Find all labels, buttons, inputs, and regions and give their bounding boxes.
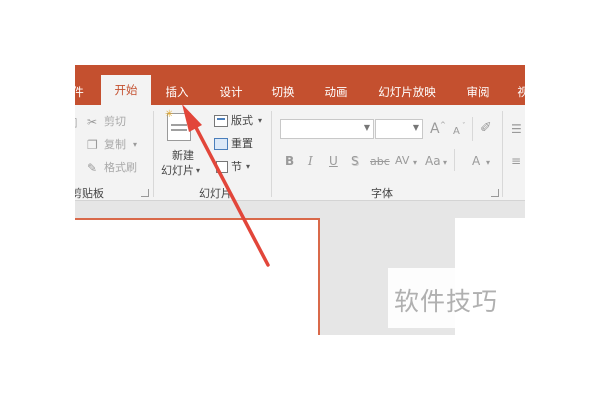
copy-icon: ❐ xyxy=(87,138,98,152)
section-icon xyxy=(216,161,228,173)
caret-up-icon: ^ xyxy=(440,121,446,129)
bold-button[interactable]: B xyxy=(285,154,294,168)
clear-formatting-icon[interactable]: ✐ xyxy=(480,121,492,135)
slide-thumbnail-panel xyxy=(75,202,340,335)
tab-transitions[interactable]: 切换 xyxy=(265,79,301,105)
underline-button[interactable]: U xyxy=(329,154,338,168)
font-size-select[interactable]: ▼ xyxy=(375,119,423,139)
chevron-down-icon: ▼ xyxy=(412,123,419,132)
paste-icon-partial[interactable]: ▯ xyxy=(75,115,78,129)
italic-button[interactable]: I xyxy=(308,154,313,168)
group-divider xyxy=(472,117,473,141)
ribbon-home: ▯ ✂ 剪切 ❐ 复制 ▾ ✎ 格式刷 剪贴板 ✳ 新建 幻灯片 ▾ 版式 ▾ … xyxy=(75,105,525,201)
new-slide-icon[interactable]: ✳ xyxy=(165,110,191,141)
align-left-icon[interactable]: ≡ xyxy=(511,154,521,168)
font-group-label: 字体 xyxy=(371,187,393,200)
caret-down-icon: ˇ xyxy=(462,122,466,130)
tab-view[interactable]: 视 xyxy=(513,79,525,105)
chevron-down-icon[interactable]: ▾ xyxy=(443,156,447,170)
chevron-down-icon[interactable]: ▾ xyxy=(486,156,490,170)
tab-animations[interactable]: 动画 xyxy=(318,79,354,105)
text-shadow-button[interactable]: S xyxy=(351,154,359,168)
chevron-down-icon: ▼ xyxy=(363,123,370,132)
group-divider xyxy=(153,111,154,197)
format-painter-button[interactable]: 格式刷 xyxy=(104,161,137,175)
layout-button[interactable]: 版式 xyxy=(231,114,253,128)
character-spacing-button[interactable]: AV xyxy=(395,154,409,168)
shrink-font-icon[interactable]: A xyxy=(453,125,460,139)
layout-icon xyxy=(214,115,228,127)
clipboard-launcher-icon[interactable] xyxy=(141,189,149,197)
chevron-down-icon[interactable]: ▾ xyxy=(413,156,417,170)
new-slide-button[interactable]: 新建 xyxy=(172,149,194,163)
tab-insert[interactable]: 插入 xyxy=(159,79,195,105)
slides-group-label: 幻灯片 xyxy=(199,187,232,200)
cut-icon: ✂ xyxy=(87,115,98,129)
clipboard-group-label: 剪贴板 xyxy=(75,187,104,200)
group-divider xyxy=(454,149,455,171)
chevron-down-icon[interactable]: ▾ xyxy=(246,160,250,174)
font-family-select[interactable]: ▼ xyxy=(280,119,374,139)
chevron-down-icon[interactable]: ▾ xyxy=(258,114,262,128)
chevron-down-icon[interactable]: ▾ xyxy=(196,164,200,178)
font-color-button[interactable]: A xyxy=(472,154,480,168)
section-button[interactable]: 节 xyxy=(231,160,242,174)
grow-font-icon[interactable]: A xyxy=(430,122,440,136)
change-case-button[interactable]: Aa xyxy=(425,154,441,168)
tab-home[interactable]: 开始 xyxy=(101,75,151,105)
ribbon-tab-bar: 件 开始 插入 设计 切换 动画 幻灯片放映 审阅 视 xyxy=(75,65,525,105)
chevron-down-icon[interactable]: ▾ xyxy=(133,138,137,152)
new-slide-label[interactable]: 幻灯片 xyxy=(161,164,194,178)
group-divider xyxy=(271,111,272,197)
cut-button[interactable]: 剪切 xyxy=(104,115,126,129)
group-divider xyxy=(502,111,503,197)
reset-button[interactable]: 重置 xyxy=(231,137,253,151)
tab-file[interactable]: 件 xyxy=(75,79,85,105)
tab-slideshow[interactable]: 幻灯片放映 xyxy=(372,79,442,105)
reset-icon xyxy=(214,138,228,150)
strikethrough-button[interactable]: abc xyxy=(370,155,390,169)
tab-design[interactable]: 设计 xyxy=(213,79,249,105)
watermark-text: 软件技巧 xyxy=(394,287,499,316)
bullets-icon[interactable]: ☰ xyxy=(511,122,522,136)
slide-thumbnail[interactable] xyxy=(75,218,320,335)
copy-button[interactable]: 复制 xyxy=(104,138,126,152)
font-launcher-icon[interactable] xyxy=(491,189,499,197)
format-painter-icon: ✎ xyxy=(87,161,98,175)
tab-review[interactable]: 审阅 xyxy=(460,79,496,105)
